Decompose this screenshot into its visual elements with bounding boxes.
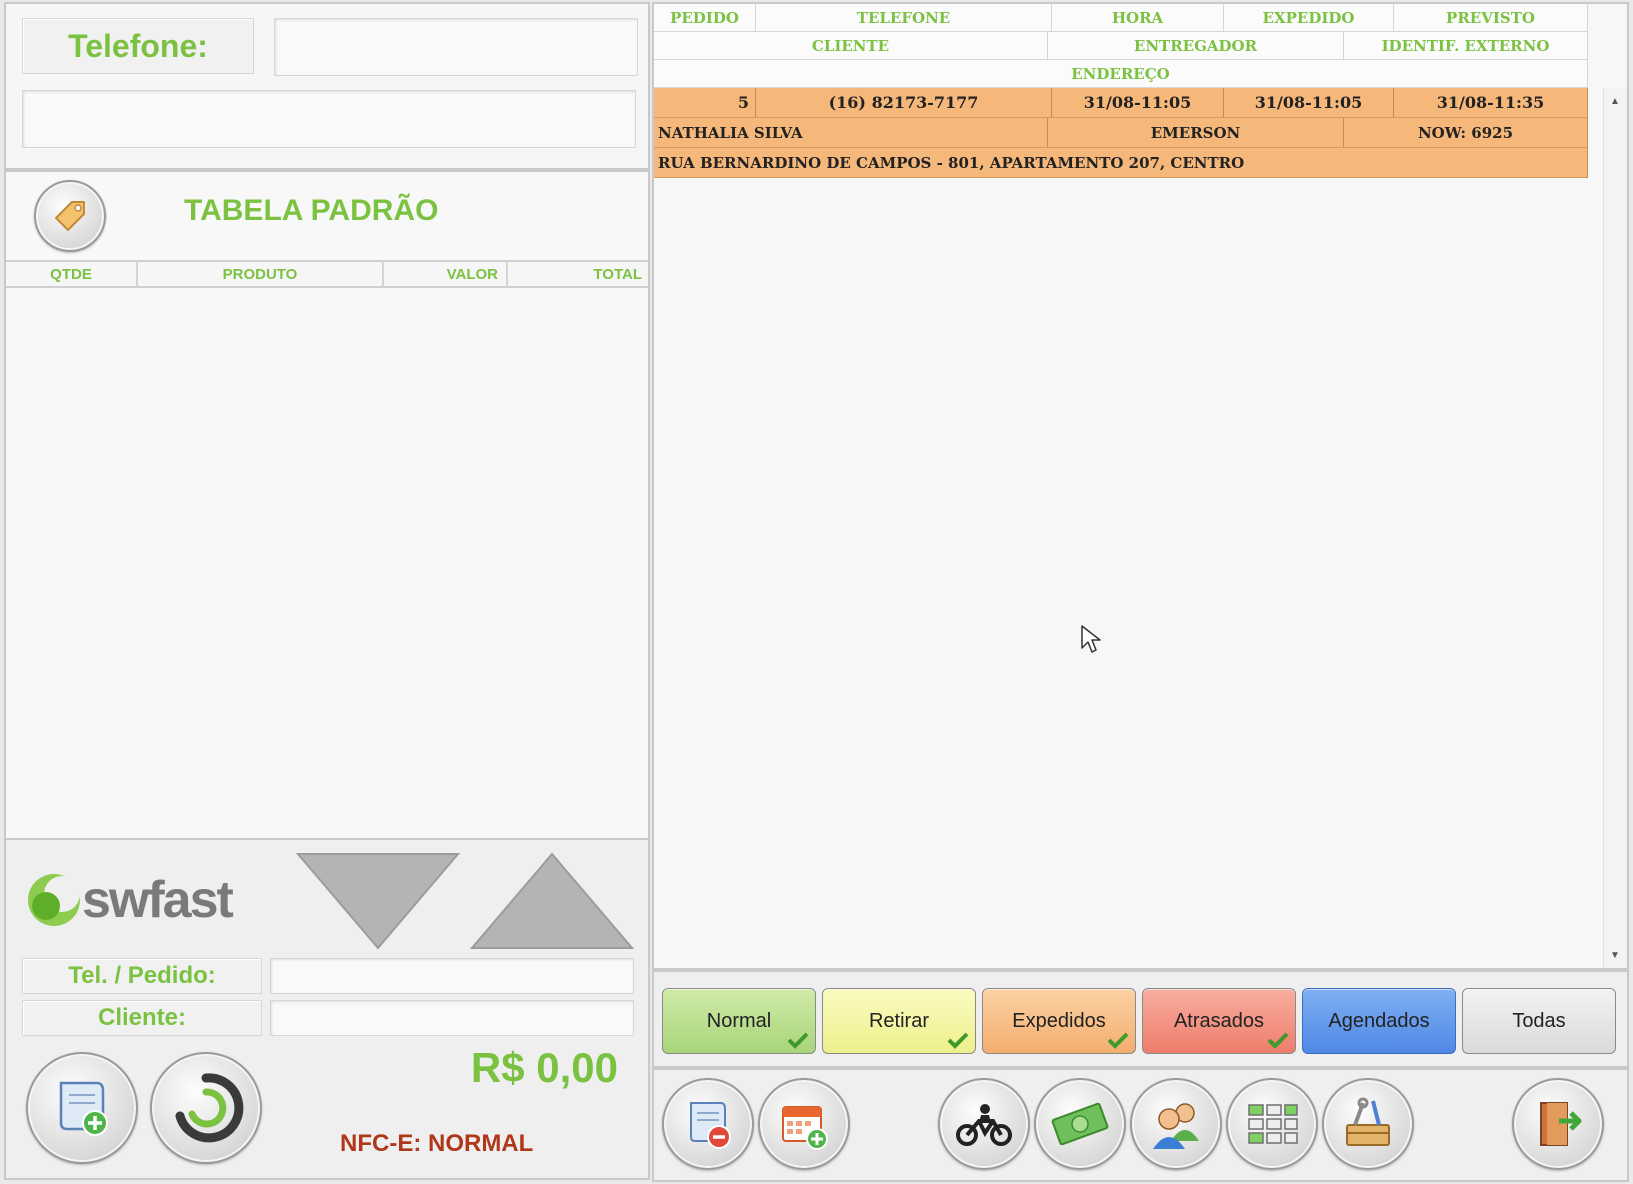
phone-input[interactable]	[274, 18, 638, 76]
column-header-total: TOTAL	[508, 260, 648, 288]
filter-expedidos-button[interactable]: Expedidos	[982, 988, 1136, 1054]
order-hora: 31/08-11:05	[1052, 88, 1224, 118]
customers-button[interactable]	[1130, 1078, 1222, 1170]
refresh-button[interactable]	[150, 1052, 262, 1164]
orders-scrollbar[interactable]: ▲ ▼	[1603, 88, 1627, 968]
swfast-logo-text: swfast	[82, 871, 234, 929]
filter-retirar-button[interactable]: Retirar	[822, 988, 976, 1054]
header-cliente: CLIENTE	[654, 32, 1048, 60]
filter-expedidos-label: Expedidos	[1012, 1009, 1106, 1032]
new-order-icon	[59, 1081, 108, 1136]
status-filter-panel: Normal Retirar Expedidos Atrasados Agend…	[652, 970, 1629, 1068]
header-entregador: ENTREGADOR	[1048, 32, 1344, 60]
header-hora: HORA	[1052, 4, 1224, 32]
cliente-input[interactable]	[270, 1000, 634, 1036]
toolbar-panel	[652, 1068, 1629, 1182]
column-header-valor: VALOR	[384, 260, 508, 288]
column-header-produto: PRODUTO	[138, 260, 384, 288]
app-window: Telefone: TABELA PADRÃO QTDE PRODUTO VAL…	[0, 0, 1633, 1184]
filter-normal-button[interactable]: Normal	[662, 988, 816, 1054]
order-entregador: EMERSON	[1048, 118, 1344, 148]
order-expedido: 31/08-11:05	[1224, 88, 1394, 118]
dispatch-button[interactable]	[938, 1078, 1030, 1170]
motorcycle-icon	[956, 1104, 1012, 1146]
phone-panel: Telefone:	[4, 2, 650, 170]
tables-icon	[1248, 1104, 1298, 1144]
exit-button[interactable]	[1512, 1078, 1604, 1170]
new-order-button[interactable]	[26, 1052, 138, 1164]
filter-todas-label: Todas	[1512, 1009, 1566, 1032]
order-items-panel: TABELA PADRÃO QTDE PRODUTO VALOR TOTAL	[4, 170, 650, 840]
header-pedido: PEDIDO	[654, 4, 756, 32]
nfce-status: NFC-E: NORMAL	[340, 1130, 534, 1157]
remove-order-icon	[690, 1102, 731, 1149]
order-identif-externo: NOW: 6925	[1344, 118, 1588, 148]
money-icon	[1051, 1102, 1109, 1146]
header-expedido: EXPEDIDO	[1224, 4, 1394, 32]
filter-atrasados-label: Atrasados	[1173, 1009, 1265, 1032]
scroll-up-arrow-icon[interactable]	[470, 852, 634, 950]
tel-pedido-label: Tel. / Pedido:	[22, 958, 262, 994]
exit-door-icon	[1540, 1102, 1582, 1146]
order-pedido: 5	[654, 88, 756, 118]
settings-button[interactable]	[1322, 1078, 1414, 1170]
column-header-qtde: QTDE	[6, 260, 138, 288]
refresh-swirl-icon	[175, 1073, 244, 1143]
header-identif-externo: IDENTIF. EXTERNO	[1344, 32, 1588, 60]
header-previsto: PREVISTO	[1394, 4, 1588, 32]
order-endereco: RUA BERNARDINO DE CAMPOS - 801, APARTAME…	[654, 148, 1588, 178]
header-telefone: TELEFONE	[756, 4, 1052, 32]
filter-todas-button[interactable]: Todas	[1462, 988, 1616, 1054]
summary-panel: swfast Tel. / Pedido: Cliente: R$ 0,00 N…	[4, 838, 650, 1180]
swfast-logo-mark	[28, 874, 80, 926]
order-telefone: (16) 82173-7177	[756, 88, 1052, 118]
tables-button[interactable]	[1226, 1078, 1318, 1170]
price-table-button[interactable]	[34, 180, 106, 252]
payment-button[interactable]	[1034, 1078, 1126, 1170]
order-previsto: 31/08-11:35	[1394, 88, 1588, 118]
schedule-order-button[interactable]	[758, 1078, 850, 1170]
order-items-list[interactable]	[6, 290, 648, 838]
tools-icon	[1346, 1097, 1390, 1146]
price-tag-icon	[55, 201, 85, 231]
filter-retirar-label: Retirar	[868, 1009, 929, 1032]
check-icon	[787, 1032, 809, 1049]
check-icon	[947, 1032, 969, 1049]
total-amount: R$ 0,00	[470, 1044, 618, 1091]
cancel-order-button[interactable]	[662, 1078, 754, 1170]
scroll-down-icon[interactable]: ▼	[1605, 944, 1625, 966]
mouse-cursor-icon	[1081, 625, 1101, 653]
check-icon	[1267, 1032, 1289, 1049]
cliente-label: Cliente:	[22, 1000, 262, 1036]
filter-atrasados-button[interactable]: Atrasados	[1142, 988, 1296, 1054]
header-endereco: ENDEREÇO	[654, 60, 1588, 88]
price-table-title: TABELA PADRÃO	[184, 194, 439, 227]
scroll-up-icon[interactable]: ▲	[1605, 90, 1625, 112]
phone-secondary-field[interactable]	[22, 90, 636, 148]
order-cliente: NATHALIA SILVA	[654, 118, 1048, 148]
tel-pedido-input[interactable]	[270, 958, 634, 994]
filter-agendados-label: Agendados	[1328, 1009, 1430, 1032]
filter-normal-label: Normal	[706, 1009, 772, 1032]
orders-panel: PEDIDO TELEFONE HORA EXPEDIDO PREVISTO C…	[652, 2, 1629, 970]
check-icon	[1107, 1032, 1129, 1049]
schedule-add-icon	[782, 1106, 828, 1150]
scroll-down-arrow-icon[interactable]	[296, 852, 460, 950]
phone-label: Telefone:	[22, 18, 254, 74]
swfast-logo: swfast	[24, 868, 244, 938]
filter-agendados-button[interactable]: Agendados	[1302, 988, 1456, 1054]
customers-icon	[1153, 1103, 1199, 1149]
